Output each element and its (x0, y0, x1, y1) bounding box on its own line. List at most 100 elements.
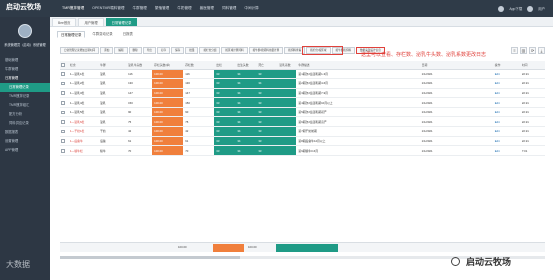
table-row[interactable]: 1---泌乳3栏 泌乳 147 100.00 147 33 34 33 第3期次2班泌乳期7-9… (60, 88, 545, 99)
action-cell[interactable]: Edit (492, 69, 520, 80)
phone-icon[interactable] (498, 5, 505, 12)
scrollbar-thumb[interactable] (60, 256, 240, 259)
subtab[interactable]: 日常管理记录 (57, 31, 86, 38)
sidebar-item[interactable]: 日常管理记录 (0, 83, 50, 92)
table-row[interactable]: 1---泌乳2栏 泌乳 130 100.00 130 33 34 34 第2期次2班泌乳期4-6… (60, 78, 545, 89)
app-download-link[interactable]: App下载 (509, 6, 522, 11)
subtab[interactable]: 牛群变动记录 (89, 31, 115, 38)
out-cell: 33 (214, 126, 236, 137)
milking-count-cell: 70 (126, 145, 153, 156)
table-header: 栏舍 牛群 泌乳牛头数 存栏头数(单) 存栏数 出栏 出生头数 死亡 泌乳系数 牛群描述 日期 操作时… (60, 61, 545, 70)
toolbar-button[interactable]: 添加 (100, 47, 114, 54)
toolbar-button[interactable]: 保存 (171, 47, 185, 54)
row-checkbox[interactable] (61, 101, 65, 105)
topnav-item[interactable]: TMR搅拌管理 (58, 0, 88, 17)
table-row[interactable]: 1---犊牛栏 犊牛 70 100.00 70 33 34 33 第9期犊牛0-6月 1/1/20… (60, 145, 545, 156)
tool-icon[interactable]: ▥ (520, 47, 527, 54)
action-cell[interactable]: Edit (492, 78, 520, 89)
action-cell[interactable]: Edit (492, 107, 520, 118)
avatar[interactable] (18, 24, 32, 38)
group-cell: 泌乳 (98, 88, 127, 99)
table-row[interactable]: 1---泌乳6栏 泌乳 75 100.00 75 33 34 33 第6期次2班泌乳期高产 1/1… (60, 116, 545, 128)
table-row[interactable]: 1---泌乳1栏 泌乳 116 100.00 116 33 34 33 第1期次2班泌乳期1-3… (60, 69, 545, 80)
toolbar-button[interactable]: 编辑 (114, 47, 128, 54)
topnav-item[interactable]: 繁殖管理 (151, 0, 173, 17)
row-select[interactable] (60, 126, 69, 137)
action-cell[interactable]: Edit (492, 116, 520, 128)
table-row[interactable]: 1---泌乳5栏 泌乳 90 100.00 90 33 34 33 第5期次2班泌乳期初产 1/1… (60, 107, 545, 118)
date-cell: 1/1/2021 (419, 107, 493, 118)
column-header[interactable] (60, 61, 69, 70)
row-checkbox[interactable] (61, 110, 65, 115)
sidebar-item[interactable]: 配方分析 (0, 110, 50, 119)
toolbar-button[interactable]: 日常管理记录增加日期时间 (60, 47, 100, 54)
death-cell: 33 (256, 126, 278, 137)
row-checkbox[interactable] (61, 149, 65, 153)
date-cell: 1/1/2021 (419, 78, 493, 89)
row-checkbox[interactable] (61, 139, 65, 143)
sidebar-item[interactable]: 饲料供应记录 (0, 119, 50, 128)
sidebar-item[interactable]: 牛群管理 (0, 65, 50, 74)
row-select[interactable] (60, 107, 69, 118)
date-cell: 1/1/2021 (419, 116, 493, 128)
topnav-item[interactable]: 牛群管理 (129, 0, 151, 17)
row-select[interactable] (60, 69, 69, 80)
row-checkbox[interactable] (61, 81, 65, 86)
row-checkbox[interactable] (61, 91, 65, 95)
action-cell[interactable]: Edit (492, 97, 520, 108)
row-checkbox[interactable] (61, 72, 65, 76)
sidebar-item[interactable]: 日常管理 (0, 74, 50, 83)
row-select[interactable] (60, 88, 69, 99)
column-header: 操作 (492, 61, 520, 70)
action-cell[interactable]: Edit (492, 136, 520, 147)
toolbar-button[interactable]: 打印 (156, 47, 171, 54)
column-header (370, 61, 420, 70)
row-checkbox[interactable] (61, 129, 65, 134)
column-header: 存栏数 (183, 61, 215, 70)
tab[interactable]: Bee首页 (52, 18, 77, 26)
toolbar-button[interactable]: 删除 (128, 47, 142, 54)
topnav-item[interactable]: 兽医管理 (196, 0, 218, 17)
death-cell: 33 (256, 107, 278, 118)
tool-icon[interactable]: ≡ (511, 47, 518, 54)
description-cell: 第3期次2班泌乳期7-9月 (296, 88, 371, 99)
toolbar-button[interactable]: 批量 (185, 47, 199, 54)
user-avatar-icon[interactable] (527, 5, 534, 12)
subtab[interactable]: 日报表 (120, 31, 136, 38)
row-select[interactable] (60, 78, 69, 89)
sidebar-item[interactable]: 基础管理 (0, 56, 50, 65)
sidebar-item[interactable]: APP管理 (0, 146, 50, 155)
sidebar-item[interactable]: 设置管理 (0, 137, 50, 146)
action-cell[interactable]: Edit (492, 126, 520, 137)
row-select[interactable] (60, 116, 69, 128)
action-cell[interactable]: Edit (492, 145, 520, 156)
table-row[interactable]: 1---泌乳4栏 泌乳 150 100.00 150 33 34 33 第4期次2班泌乳期10月… (60, 97, 545, 108)
tab[interactable]: 用户管理 (78, 18, 104, 26)
row-select[interactable] (60, 136, 69, 147)
topnav-item[interactable]: 中间计算 (240, 0, 262, 17)
toolbar-button[interactable]: 导出 (142, 47, 156, 54)
app-logo[interactable]: 启动云牧场 (6, 3, 41, 13)
action-cell[interactable]: Edit (492, 88, 520, 99)
out-cell: 33 (214, 107, 236, 118)
date-cell: 1/1/2021 (419, 69, 493, 80)
topnav-item[interactable]: OPENTMR喂料管理 (88, 0, 128, 17)
topnav-item[interactable]: 牛奶管理 (173, 0, 195, 17)
toolbar-button[interactable]: 按栏位分组 (199, 47, 221, 54)
row-select[interactable] (60, 145, 69, 156)
sidebar-item[interactable]: 数据报表 (0, 128, 50, 137)
sidebar-item[interactable]: TMR搅拌组汇 (0, 101, 50, 110)
row-checkbox[interactable] (61, 120, 65, 124)
tool-icon[interactable]: ⟳ (529, 47, 536, 54)
user-menu[interactable]: 用户 (538, 6, 545, 11)
row-select[interactable] (60, 97, 69, 108)
sidebar-item[interactable]: TMR搅拌记录 (0, 92, 50, 101)
topnav-item[interactable]: 饲料管理 (218, 0, 240, 17)
tool-icon[interactable]: ⤓ (538, 47, 545, 54)
table-row[interactable]: 1---后备牛 后备 61 100.00 61 33 34 33 第8期后备牛12月以上 1/1/… (60, 136, 545, 147)
tab[interactable]: 日常管理记录 (105, 18, 138, 26)
toolbar-button[interactable]: 按区域计算饲料 (221, 47, 248, 54)
table-row[interactable]: 1---干奶1栏 干奶 42 100.00 42 33 34 33 第7期干奶前期 1/1/202… (60, 126, 545, 137)
select-all-checkbox[interactable] (61, 63, 65, 67)
toolbar-button[interactable]: 按牛群/按饲料用量计算 (248, 47, 284, 54)
